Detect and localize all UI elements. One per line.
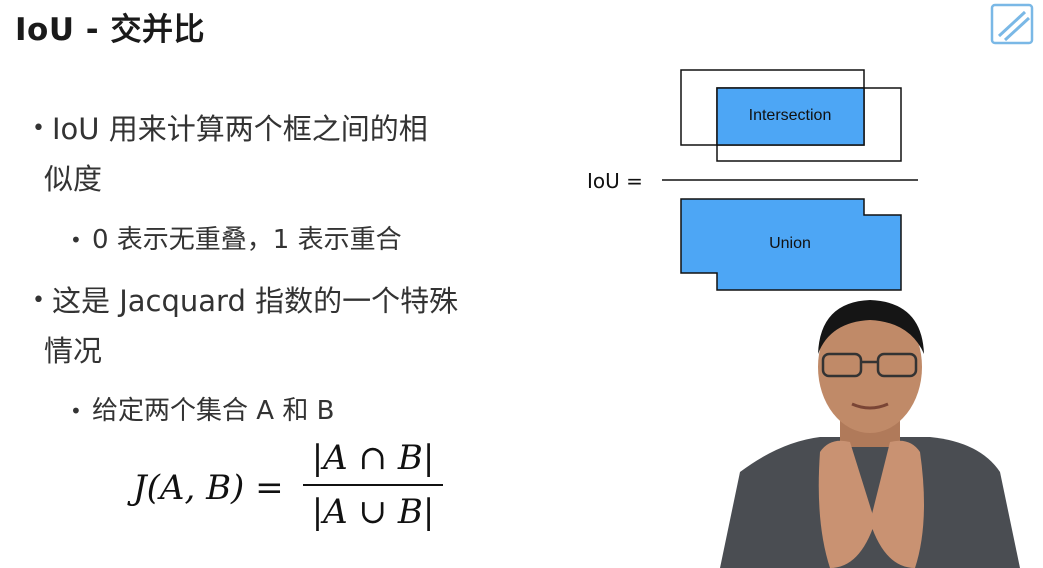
presenter-video [720,300,1020,568]
union-label: Union [769,235,811,252]
intersection-label: Intersection [749,107,832,124]
bilibili-tv-icon [990,3,1034,45]
slide: IoU - 交并比 • IoU 用来计算两个框之间的相 似度 • 0 表示无重叠… [0,0,1043,568]
